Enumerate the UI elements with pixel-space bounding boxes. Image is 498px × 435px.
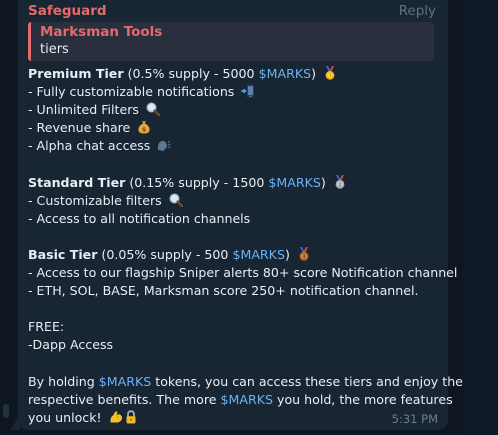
standard-tier-detail-end: ) bbox=[320, 174, 326, 190]
free-feature-1: -Dapp Access bbox=[28, 337, 114, 353]
closing-text: you hold, the more features bbox=[272, 391, 453, 407]
closing-token-link[interactable]: $MARKS bbox=[99, 374, 152, 389]
quoted-message[interactable]: Marksman Tools tiers bbox=[28, 22, 434, 61]
svg-text:3: 3 bbox=[302, 254, 306, 260]
standard-feature-1-text: - Customizable filters bbox=[28, 192, 162, 208]
premium-feature-1-text: - Fully customizable notifications bbox=[28, 84, 235, 100]
basic-tier-detail-end: ) bbox=[284, 246, 290, 262]
premium-feature-3-text: - Revenue share bbox=[28, 120, 131, 136]
premium-tier-detail: (0.5% supply - 5000 bbox=[123, 66, 259, 81]
basic-feature-1-text: - Access to our flagship Sniper alerts 8… bbox=[28, 265, 458, 281]
flexed-biceps-icon bbox=[109, 410, 123, 424]
money-bag-icon: $ bbox=[137, 120, 151, 134]
quoted-message-author: Marksman Tools bbox=[40, 24, 163, 40]
premium-tier-heading: Premium Tier (0.5% supply - 5000 $MARKS) bbox=[28, 65, 440, 83]
standard-tier-name: Standard Tier bbox=[28, 174, 126, 190]
standard-feature-1: - Customizable filters bbox=[28, 192, 440, 210]
premium-tier-detail-end: ) bbox=[311, 66, 316, 81]
magnifying-glass-icon bbox=[146, 102, 160, 117]
sender-name[interactable]: Safeguard bbox=[28, 3, 107, 19]
basic-tier-heading: Basic Tier (0.05% supply - 500 $MARKS) 3 bbox=[28, 246, 440, 264]
closing-text: you unlock! bbox=[28, 409, 102, 425]
chat-side-panel bbox=[462, 0, 498, 435]
premium-feature-2: - Unlimited Filters bbox=[28, 101, 440, 119]
premium-tier-name: Premium Tier bbox=[28, 66, 124, 81]
standard-feature-2-text: - Access to all notification channels bbox=[28, 210, 251, 226]
bronze-medal-icon: 3 bbox=[297, 246, 311, 261]
silver-medal-icon: 2 bbox=[333, 174, 347, 189]
premium-feature-4-text: - Alpha chat access bbox=[28, 138, 151, 154]
standard-tier-heading: Standard Tier (0.15% supply - 1500 $MARK… bbox=[28, 174, 440, 192]
basic-tier-detail: (0.05% supply - 500 bbox=[97, 246, 233, 262]
gold-medal-icon bbox=[323, 66, 337, 80]
closing-line-3: you unlock! bbox=[28, 409, 440, 427]
reply-button[interactable]: Reply bbox=[399, 3, 436, 19]
magnifying-glass-icon bbox=[169, 193, 183, 207]
locked-icon bbox=[124, 410, 138, 424]
scroll-indicator[interactable] bbox=[3, 404, 9, 418]
speaking-head-icon bbox=[157, 138, 171, 152]
premium-feature-3: - Revenue share $ bbox=[28, 119, 440, 137]
standard-token-link[interactable]: $MARKS bbox=[268, 175, 321, 190]
premium-feature-4: - Alpha chat access bbox=[28, 137, 440, 155]
basic-tier-name: Basic Tier bbox=[28, 246, 98, 262]
closing-line-1: By holding $MARKS tokens, you can access… bbox=[28, 373, 463, 391]
premium-token-link[interactable]: $MARKS bbox=[259, 66, 312, 81]
standard-tier-detail: (0.15% supply - 1500 bbox=[125, 174, 269, 190]
message-timestamp: 5:31 PM bbox=[391, 412, 438, 426]
closing-text: By holding bbox=[28, 373, 99, 389]
closing-text: tokens, you can access these tiers and e… bbox=[151, 373, 463, 389]
svg-text:$: $ bbox=[142, 126, 147, 134]
message-body: Premium Tier (0.5% supply - 5000 $MARKS)… bbox=[28, 65, 463, 427]
closing-token-link[interactable]: $MARKS bbox=[220, 392, 273, 407]
mobile-phone-icon bbox=[241, 84, 255, 98]
premium-feature-1: - Fully customizable notifications bbox=[28, 83, 440, 101]
closing-line-2: respective benefits. The more $MARKS you… bbox=[28, 391, 453, 409]
free-tier-heading: FREE: bbox=[28, 319, 65, 335]
basic-token-link[interactable]: $MARKS bbox=[232, 247, 285, 262]
quoted-message-text: tiers bbox=[40, 42, 69, 57]
basic-feature-2-text: - ETH, SOL, BASE, Marksman score 250+ no… bbox=[28, 283, 419, 299]
svg-text:2: 2 bbox=[338, 182, 342, 188]
premium-feature-2-text: - Unlimited Filters bbox=[28, 102, 139, 118]
standard-feature-2: - Access to all notification channels bbox=[28, 210, 440, 228]
basic-feature-2: - ETH, SOL, BASE, Marksman score 250+ no… bbox=[28, 282, 440, 300]
closing-text: respective benefits. The more bbox=[28, 391, 221, 407]
basic-feature-1: - Access to our flagship Sniper alerts 8… bbox=[28, 264, 457, 282]
